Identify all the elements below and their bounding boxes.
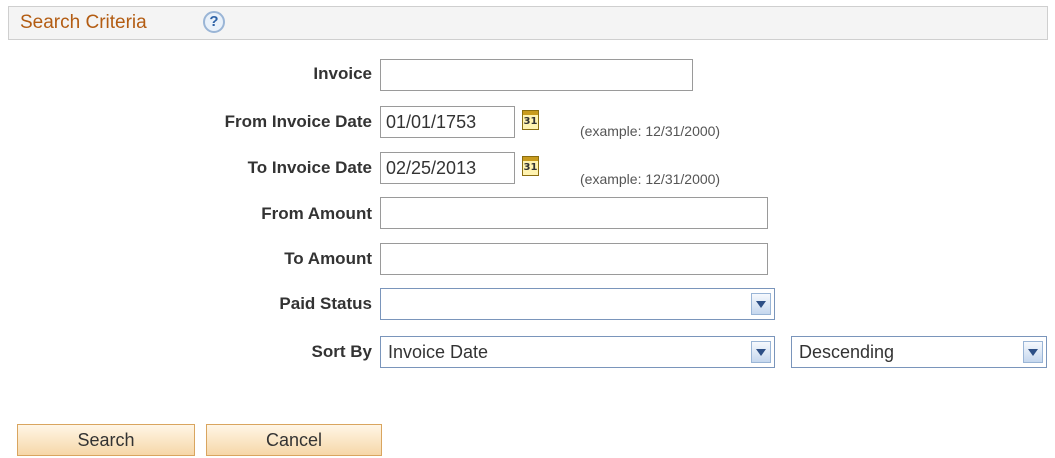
calendar-icon-day: 31 [523,162,538,173]
to-amount-input[interactable] [380,243,768,275]
invoice-input[interactable] [380,59,693,91]
from-amount-label: From Amount [261,204,372,223]
help-icon[interactable]: ? [203,11,225,33]
from-invoice-date-label: From Invoice Date [224,112,372,131]
chevron-down-icon[interactable] [1023,341,1043,363]
section-title: Search Criteria [20,12,147,33]
to-invoice-date-label: To Invoice Date [247,158,372,177]
to-amount-label: To Amount [284,249,372,268]
search-criteria-header: Search Criteria ? [8,6,1048,40]
paid-status-label: Paid Status [279,294,372,313]
calendar-icon[interactable]: 31 [522,156,539,176]
sort-by-field-select[interactable]: Invoice Date [380,336,775,368]
sort-by-field-value: Invoice Date [388,342,489,362]
paid-status-select[interactable] [380,288,775,320]
calendar-icon[interactable]: 31 [522,110,539,130]
chevron-down-icon[interactable] [751,293,771,315]
chevron-down-icon[interactable] [751,341,771,363]
calendar-icon-day: 31 [523,116,538,127]
invoice-label: Invoice [313,64,372,83]
from-date-example-hint: (example: 12/31/2000) [580,123,721,139]
to-invoice-date-input[interactable] [380,152,515,184]
from-invoice-date-input[interactable] [380,106,515,138]
sort-order-value: Descending [799,342,895,362]
sort-by-label: Sort By [311,342,372,361]
cancel-button[interactable]: Cancel [206,424,382,456]
to-date-example-hint: (example: 12/31/2000) [580,171,721,187]
sort-order-select[interactable]: Descending [791,336,1047,368]
from-amount-input[interactable] [380,197,768,229]
search-button[interactable]: Search [17,424,195,456]
